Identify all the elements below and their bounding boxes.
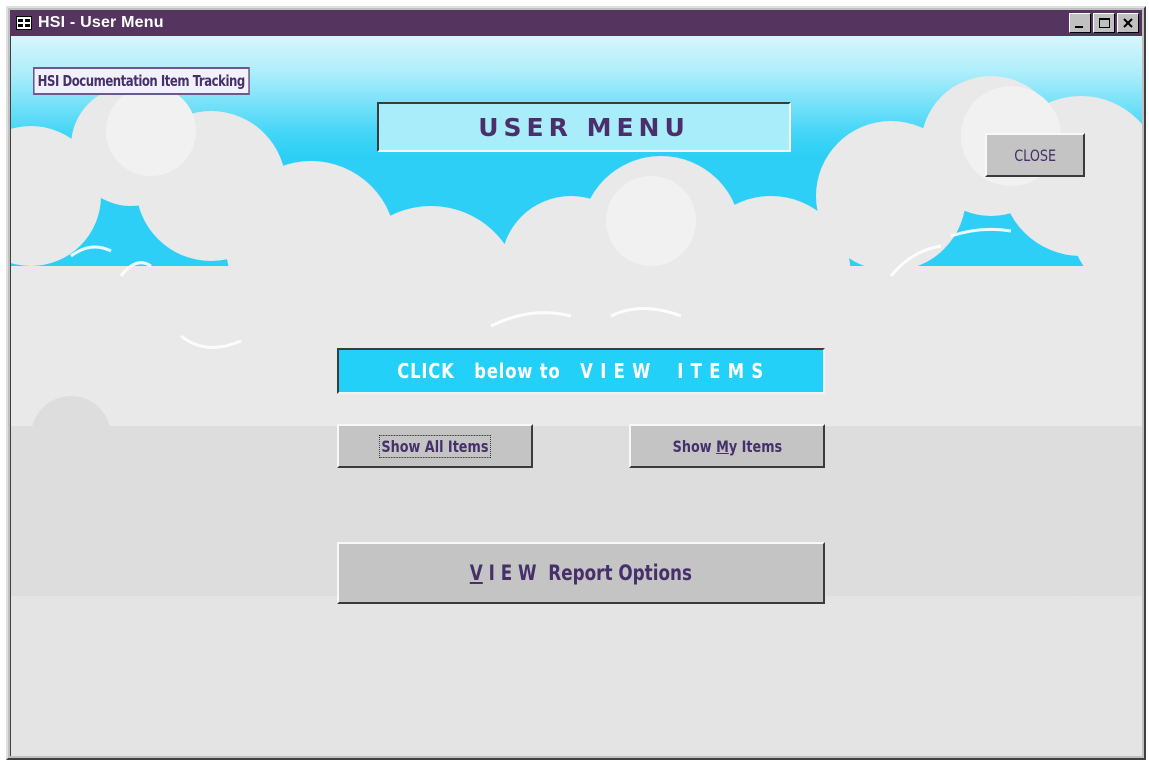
form-icon: [16, 16, 32, 30]
instruction-text: CLICK below to V I E W I T E M S: [397, 359, 765, 383]
show-all-items-button[interactable]: Show All Items: [337, 424, 533, 468]
close-button-label: CLOSE: [1014, 145, 1056, 165]
show-my-items-label: Show My Items: [672, 436, 782, 456]
app-window: HSI - User Menu HSI Documentation Item T…: [6, 6, 1146, 760]
form-area: HSI Documentation Item Tracking USER MEN…: [10, 36, 1142, 756]
show-my-items-button[interactable]: Show My Items: [629, 424, 825, 468]
window-title: HSI - User Menu: [38, 14, 164, 31]
instruction-banner: CLICK below to V I E W I T E M S: [337, 348, 825, 394]
title-bar[interactable]: HSI - User Menu: [10, 10, 1142, 36]
app-name-label: HSI Documentation Item Tracking: [33, 67, 250, 95]
page-title: USER MENU: [377, 102, 791, 152]
close-button[interactable]: CLOSE: [985, 133, 1085, 177]
minimize-button[interactable]: [1069, 13, 1091, 33]
view-report-options-label: V I E W Report Options: [469, 561, 693, 585]
show-all-items-label: Show All Items: [379, 434, 491, 458]
view-report-options-button[interactable]: V I E W Report Options: [337, 542, 825, 604]
maximize-button[interactable]: [1093, 13, 1115, 33]
close-window-button[interactable]: [1117, 13, 1139, 33]
